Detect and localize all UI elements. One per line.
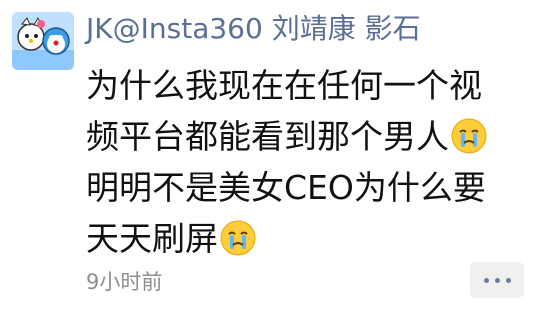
crying-face-icon (451, 118, 487, 154)
more-dots-icon (506, 278, 511, 283)
comment-author-name[interactable]: JK@Insta360 刘靖康 影石 (86, 12, 421, 46)
comment-text: 为什么我现在在任何一个视频平台都能看到那个男人 明明不是美女CEO为什么要天天刷… (86, 60, 506, 264)
avatar[interactable] (12, 12, 74, 70)
more-dots-icon (495, 278, 500, 283)
hello-kitty-doraemon-avatar-icon (12, 12, 74, 70)
comment-timestamp: 9小时前 (86, 270, 163, 294)
more-options-button[interactable] (470, 262, 524, 298)
crying-face-icon (220, 220, 256, 256)
more-dots-icon (484, 278, 489, 283)
comment-text-part-2: 明明不是美女CEO为什么要天天刷屏 (86, 168, 486, 258)
comment-text-part-1: 为什么我现在在任何一个视频平台都能看到那个男人 (86, 66, 482, 156)
